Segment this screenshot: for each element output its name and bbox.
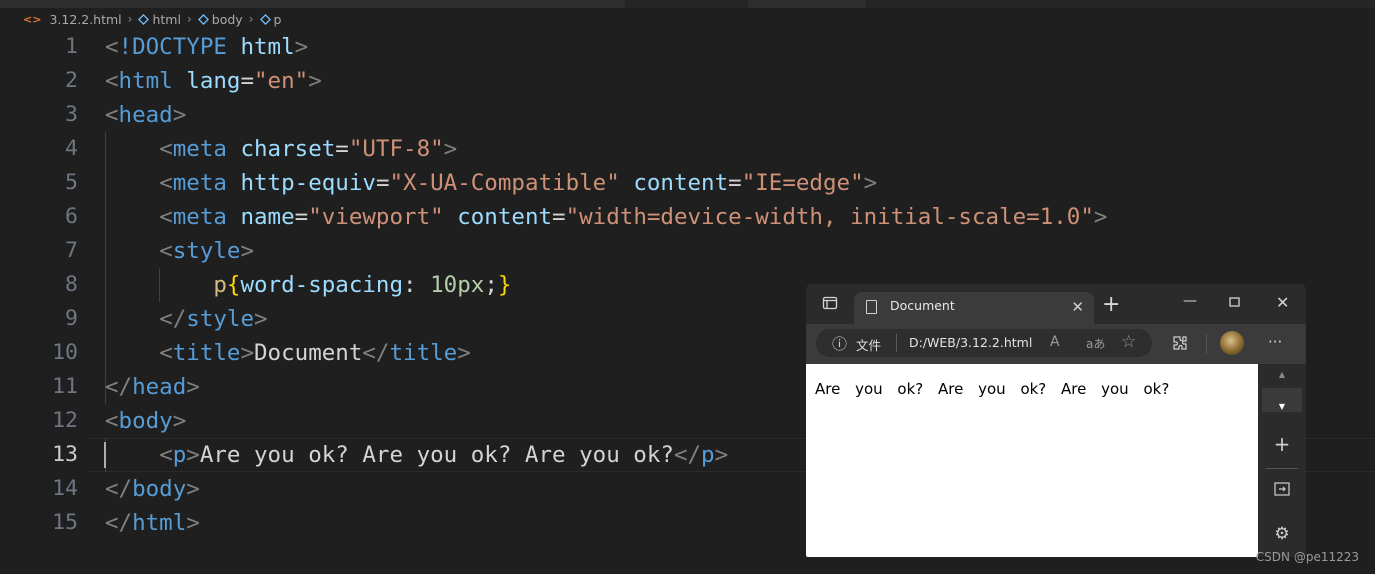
line-number[interactable]: 2 <box>0 64 78 98</box>
tab-close-icon[interactable]: ✕ <box>1071 298 1084 316</box>
line-number[interactable]: 9 <box>0 302 78 336</box>
line-number[interactable]: 5 <box>0 166 78 200</box>
address-bar[interactable]: ⓘ 文件 D:/WEB/3.12.2.html A aあ ☆ <box>816 329 1152 357</box>
browser-window: Document ✕ + — ✕ ⓘ 文件 D:/WEB/3.12.2.html… <box>806 284 1306 557</box>
code-text: p{word-spacing: 10px;} <box>213 272 512 298</box>
line-number[interactable]: 1 <box>0 30 78 64</box>
line-number[interactable]: 3 <box>0 98 78 132</box>
scroll-down-icon[interactable]: ▼ <box>1258 402 1306 411</box>
browser-toolbar: ⓘ 文件 D:/WEB/3.12.2.html A aあ ☆ ··· <box>806 324 1306 364</box>
code-text: <title>Document</title> <box>159 340 471 366</box>
url-text[interactable]: D:/WEB/3.12.2.html <box>909 335 1032 350</box>
tab-document[interactable]: Document ✕ <box>854 292 1094 324</box>
add-favorite-icon[interactable]: ☆ <box>1121 332 1136 352</box>
line-number[interactable]: 11 <box>0 370 78 404</box>
code-text: <p>Are you ok? Are you ok? Are you ok?</… <box>159 442 729 468</box>
code-line: 6 <meta name="viewport" content="width=d… <box>0 200 1375 234</box>
code-text: </style> <box>159 306 268 332</box>
code-line: 1 <!DOCTYPE html> <box>0 30 1375 64</box>
code-line: 5 <meta http-equiv="X-UA-Compatible" con… <box>0 166 1375 200</box>
code-text: <body> <box>105 408 187 434</box>
code-line: 3 <head> <box>0 98 1375 132</box>
breadcrumb-label: 3.12.2.html <box>49 11 122 27</box>
breadcrumb-label: body <box>211 11 243 27</box>
page-icon <box>866 300 877 314</box>
line-number[interactable]: 4 <box>0 132 78 166</box>
breadcrumb-item-file[interactable]: 3.12.2.html <box>49 12 121 27</box>
code-text: <head> <box>105 102 187 128</box>
chevron-right-icon: › <box>186 12 192 26</box>
code-text: <meta name="viewport" content="width=dev… <box>159 204 1108 230</box>
code-text: <meta charset="UTF-8"> <box>159 136 458 162</box>
code-text: <meta http-equiv="X-UA-Compatible" conte… <box>159 170 878 196</box>
line-number[interactable]: 13 <box>0 438 78 472</box>
site-info-label[interactable]: 文件 <box>856 335 881 354</box>
tab-strip-segment <box>0 0 625 8</box>
breadcrumb-item-p[interactable]: p <box>259 11 282 27</box>
code-text: <style> <box>159 238 255 264</box>
browser-sidebar: ▲ ▼ + ⚙ <box>1258 364 1306 557</box>
line-number[interactable]: 15 <box>0 506 78 540</box>
tab-actions-icon[interactable] <box>822 295 838 310</box>
maximize-button[interactable] <box>1229 292 1241 311</box>
more-menu-icon[interactable]: ··· <box>1268 333 1282 351</box>
read-aloud-icon[interactable]: A <box>1050 334 1060 350</box>
line-number[interactable]: 7 <box>0 234 78 268</box>
settings-icon[interactable]: ⚙ <box>1258 524 1306 544</box>
symbol-tag-icon <box>259 13 271 25</box>
toolbar-divider <box>1206 334 1207 354</box>
editor-tab-strip <box>0 0 1375 8</box>
divider <box>896 334 897 352</box>
info-icon[interactable]: ⓘ <box>832 333 847 354</box>
code-text: </html> <box>105 510 200 536</box>
split-screen-icon[interactable] <box>1258 482 1306 500</box>
chevron-right-icon: › <box>127 12 133 26</box>
page-paragraph: Are you ok? Are you ok? Are you ok? <box>815 380 1170 398</box>
tab-strip-segment <box>748 0 866 8</box>
minimize-button[interactable]: — <box>1183 293 1197 309</box>
close-window-button[interactable]: ✕ <box>1276 293 1289 312</box>
web-page-viewport: Are you ok? Are you ok? Are you ok? <box>806 364 1258 557</box>
line-number[interactable]: 12 <box>0 404 78 438</box>
line-number[interactable]: 10 <box>0 336 78 370</box>
translate-icon[interactable]: aあ <box>1086 335 1105 352</box>
scroll-up-icon[interactable]: ▲ <box>1258 370 1306 379</box>
code-text: <html lang="en"> <box>105 68 322 94</box>
code-text: </body> <box>105 476 200 502</box>
breadcrumb-item-body[interactable]: body <box>197 11 243 27</box>
breadcrumb: <> 3.12.2.html › html › body › p <box>0 8 1375 30</box>
breadcrumb-label: p <box>273 11 282 27</box>
code-text: <!DOCTYPE html> <box>105 34 309 60</box>
line-number[interactable]: 14 <box>0 472 78 506</box>
html-file-icon: <> <box>23 12 42 26</box>
code-line: 4 <meta charset="UTF-8"> <box>0 132 1375 166</box>
extensions-icon[interactable] <box>1171 334 1189 356</box>
chevron-right-icon: › <box>248 12 254 26</box>
sidebar-divider <box>1266 468 1298 469</box>
add-icon[interactable]: + <box>1258 432 1306 456</box>
code-line: 2 <html lang="en"> <box>0 64 1375 98</box>
browser-title-bar: Document ✕ + — ✕ <box>806 284 1306 324</box>
watermark: CSDN @pe11223 <box>1255 550 1359 564</box>
breadcrumb-label: html <box>152 11 181 27</box>
line-number[interactable]: 8 <box>0 268 78 302</box>
new-tab-button[interactable]: + <box>1102 292 1120 317</box>
symbol-tag-icon <box>138 13 150 25</box>
line-number[interactable]: 6 <box>0 200 78 234</box>
code-line: 7 <style> <box>0 234 1375 268</box>
avatar[interactable] <box>1220 331 1244 355</box>
tab-title: Document <box>890 298 955 313</box>
code-text: </head> <box>105 374 200 400</box>
breadcrumb-item-html[interactable]: html <box>138 11 181 27</box>
symbol-tag-icon <box>197 13 209 25</box>
